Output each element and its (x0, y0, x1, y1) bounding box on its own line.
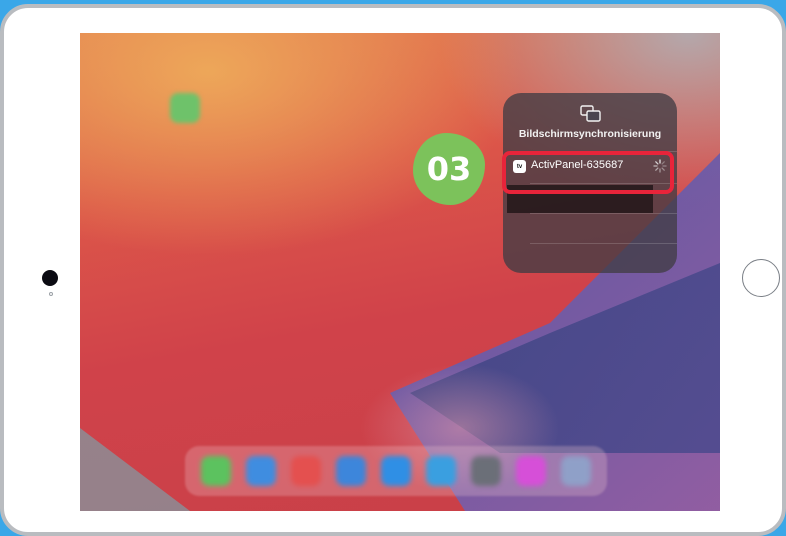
news-app-icon[interactable] (290, 456, 321, 486)
itunes-app-icon[interactable] (516, 456, 547, 486)
row-separator (530, 213, 677, 214)
app-store-icon[interactable] (380, 456, 411, 486)
home-button[interactable] (742, 259, 780, 297)
ipad-screen: Bildschirmsynchronisierung tv ActivPanel… (80, 33, 720, 511)
screen-mirroring-icon (580, 105, 601, 122)
mail-app-icon[interactable] (335, 456, 366, 486)
files-app-icon[interactable] (426, 456, 457, 486)
recent-app-icon[interactable] (561, 456, 592, 486)
sensor-icon (49, 292, 53, 296)
front-camera-icon (42, 270, 58, 286)
dock (185, 446, 607, 496)
panel-title: Bildschirmsynchronisierung (518, 128, 662, 140)
facetime-app-icon[interactable] (170, 93, 200, 123)
safari-app-icon[interactable] (245, 456, 276, 486)
row-separator (530, 243, 677, 244)
messages-app-icon[interactable] (200, 456, 231, 486)
settings-app-icon[interactable] (471, 456, 502, 486)
tutorial-highlight-box (502, 151, 674, 194)
